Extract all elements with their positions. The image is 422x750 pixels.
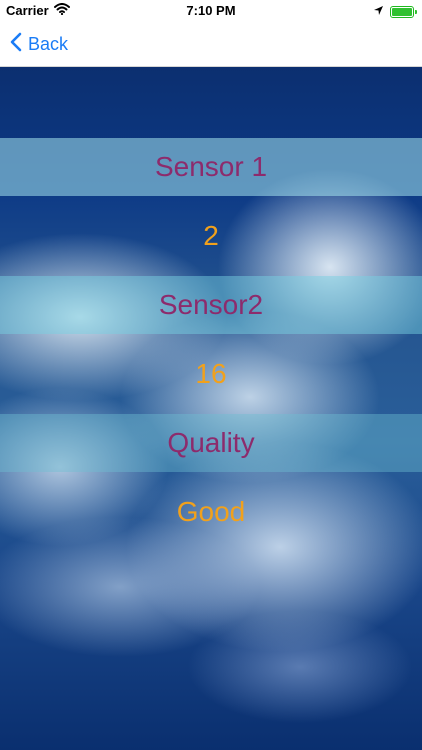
sensor-content: Sensor 1 2 Sensor2 16 Quality Good xyxy=(0,67,422,750)
status-time: 7:10 PM xyxy=(186,3,236,18)
quality-value: Good xyxy=(176,496,246,527)
sensor2-label: Sensor2 xyxy=(0,276,422,334)
sensor1-label: Sensor 1 xyxy=(0,138,422,196)
location-arrow-icon xyxy=(373,4,384,19)
back-label: Back xyxy=(28,33,69,54)
status-right xyxy=(373,4,417,19)
chevron-left-icon xyxy=(10,32,22,57)
sensor1-value: 2 xyxy=(203,220,219,251)
quality-label: Quality xyxy=(0,414,422,472)
sensor2-value: 16 xyxy=(195,358,227,389)
navigation-bar: Back xyxy=(0,22,422,67)
status-bar: Carrier 7:10 PM xyxy=(0,0,422,22)
battery-icon xyxy=(390,5,417,18)
back-button[interactable]: Back xyxy=(10,30,68,58)
